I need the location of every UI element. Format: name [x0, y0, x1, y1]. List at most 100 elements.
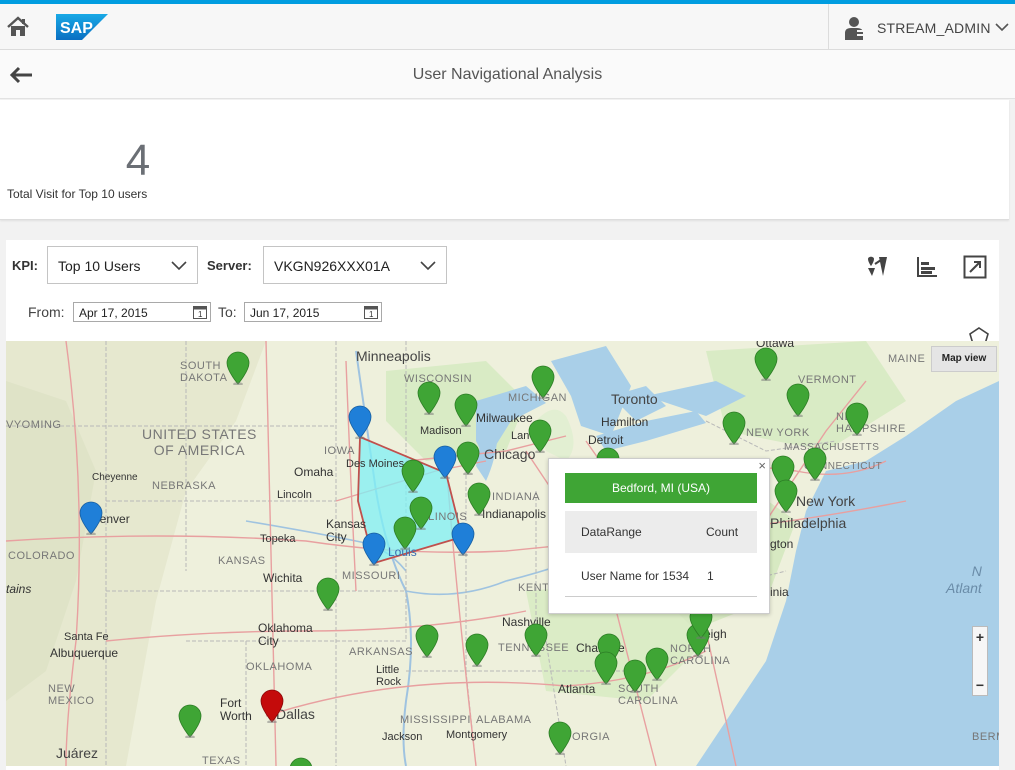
map-canvas[interactable]: Minneapolis SOUTH DAKOTA WISCONSIN UNITE… — [6, 341, 999, 766]
map-label-lansing: Lan — [511, 430, 530, 442]
map-label-kansas: KANSAS — [218, 555, 266, 567]
server-select[interactable]: VKGN926XXX01A — [263, 246, 447, 284]
location-popup: × Bedford, MI (USA) DataRange Count User… — [548, 458, 770, 614]
map-pin-blue[interactable] — [451, 522, 475, 556]
table-row: User Name for 1534 1 — [565, 555, 757, 597]
map-label-maine: MAINE — [888, 353, 926, 365]
map-pin-red[interactable] — [260, 689, 284, 723]
map-pin-green[interactable] — [417, 381, 441, 415]
server-select-value: VKGN926XXX01A — [274, 258, 390, 274]
map-label-toronto: Toronto — [611, 391, 658, 407]
fullscreen-icon — [963, 255, 987, 279]
map-label-kentucky: KENT — [518, 582, 550, 594]
map-label-jackson: Jackson — [382, 731, 423, 743]
map-pin-green[interactable] — [623, 659, 647, 693]
map-pin-green[interactable] — [594, 651, 618, 685]
shell-bar: SAP STREAM_ADMIN — [0, 4, 1015, 50]
map-label-fort-worth: Fort Worth — [220, 696, 252, 723]
zoom-in-button[interactable]: + — [973, 629, 987, 645]
bar-chart-icon — [917, 257, 937, 277]
map-pin-green[interactable] — [456, 441, 480, 475]
cell-count: 1 — [707, 569, 714, 583]
col-header-datarange: DataRange — [581, 525, 642, 539]
map-view-button[interactable]: Map view — [931, 346, 997, 372]
map-pin-green[interactable] — [754, 347, 778, 381]
map-label-montgomery: Montgomery — [446, 729, 508, 741]
map-label-detroit: Detroit — [588, 433, 624, 447]
map-label-minneapolis: Minneapolis — [356, 348, 431, 364]
map-pin-blue[interactable] — [433, 445, 457, 479]
map-pin-tool-button[interactable] — [865, 254, 891, 280]
map-label-new-york: New York — [796, 493, 856, 509]
map-label-oklahoma: OKLAHOMA — [246, 661, 313, 673]
to-label: To: — [218, 304, 237, 320]
map-label-south-dakota: SOUTH DAKOTA — [180, 360, 228, 384]
map-label-indiana: INDIANA — [492, 491, 541, 503]
map-label-iowa: IOWA — [324, 445, 355, 457]
map-pin-green[interactable] — [524, 623, 548, 657]
user-icon — [845, 17, 863, 40]
from-date-input[interactable]: Apr 17, 2015 1 — [73, 302, 211, 322]
map-pin-green[interactable] — [401, 459, 425, 493]
map-pin-green[interactable] — [774, 479, 798, 513]
map-pin-blue[interactable] — [79, 501, 103, 535]
calendar-icon[interactable]: 1 — [193, 305, 207, 319]
svg-text:SAP: SAP — [60, 20, 93, 37]
zoom-out-button[interactable]: − — [973, 677, 987, 693]
map-pin-green[interactable] — [226, 351, 250, 385]
map-label-mississippi: MISSISSIPPI — [400, 714, 471, 726]
map-label-little-rock: Little Rock — [376, 664, 402, 688]
map-label-wyoming: VYOMING — [6, 419, 62, 431]
map-label-new-mexico: NEW MEXICO — [48, 683, 95, 707]
map-pin-green[interactable] — [531, 365, 555, 399]
kpi-filter-label: KPI: — [12, 258, 38, 273]
close-icon[interactable]: × — [758, 458, 766, 473]
chart-view-button[interactable] — [914, 254, 940, 280]
map-pin-green[interactable] — [467, 482, 491, 516]
map-pin-green[interactable] — [786, 383, 810, 417]
home-icon — [7, 16, 29, 36]
zoom-control: + − — [972, 626, 988, 696]
kpi-select[interactable]: Top 10 Users — [47, 246, 198, 284]
kpi-select-value: Top 10 Users — [58, 258, 141, 274]
to-date-value: Jun 17, 2015 — [250, 306, 320, 320]
kpi-tile[interactable]: 4 Total Visit for Top 10 users — [0, 100, 1009, 220]
map-pin-blue[interactable] — [348, 405, 372, 439]
fullscreen-button[interactable] — [962, 254, 988, 280]
home-button[interactable] — [6, 16, 30, 38]
map-pin-green[interactable] — [316, 577, 340, 611]
map-pin-blue[interactable] — [362, 532, 386, 566]
map-pin-green[interactable] — [465, 633, 489, 667]
calendar-icon[interactable]: 1 — [364, 305, 378, 319]
chevron-down-icon — [420, 261, 436, 271]
map-pin-green[interactable] — [845, 402, 869, 436]
map-pin-green[interactable] — [289, 757, 313, 766]
map-label-kansas-city: Kansas City — [326, 517, 367, 544]
map-pin-green[interactable] — [393, 516, 417, 550]
map-pin-green[interactable] — [645, 647, 669, 681]
map-pin-green[interactable] — [803, 447, 827, 481]
kpi-value: 4 — [125, 136, 151, 185]
map-label-cheyenne: Cheyenne — [92, 472, 138, 483]
user-menu[interactable]: STREAM_ADMIN — [828, 4, 1015, 50]
map-label-new-york-state: NEW YORK — [746, 427, 810, 439]
from-label: From: — [28, 304, 65, 320]
map-pin-green[interactable] — [722, 411, 746, 445]
map-pin-green[interactable] — [178, 704, 202, 738]
map-label-albuquerque: Albuquerque — [50, 646, 119, 660]
server-filter-label: Server: — [207, 258, 252, 273]
to-date-input[interactable]: Jun 17, 2015 1 — [244, 302, 382, 322]
svg-text:1: 1 — [369, 310, 374, 319]
chevron-down-icon — [171, 261, 187, 271]
map-label-santa-fe: Santa Fe — [64, 631, 109, 643]
map-label-nebraska: NEBRASKA — [152, 480, 216, 492]
col-header-count: Count — [706, 525, 739, 539]
map-label-juarez: Juárez — [56, 745, 99, 761]
map-pin-green[interactable] — [415, 624, 439, 658]
map-pin-green[interactable] — [548, 721, 572, 755]
map-label-massachusetts: MASSACHUSETTS — [784, 442, 880, 453]
map-pin-green[interactable] — [528, 419, 552, 453]
map-label-philadelphia: Philadelphia — [770, 515, 847, 531]
map-label-texas: TEXAS — [202, 755, 241, 766]
map-pin-green[interactable] — [454, 393, 478, 427]
